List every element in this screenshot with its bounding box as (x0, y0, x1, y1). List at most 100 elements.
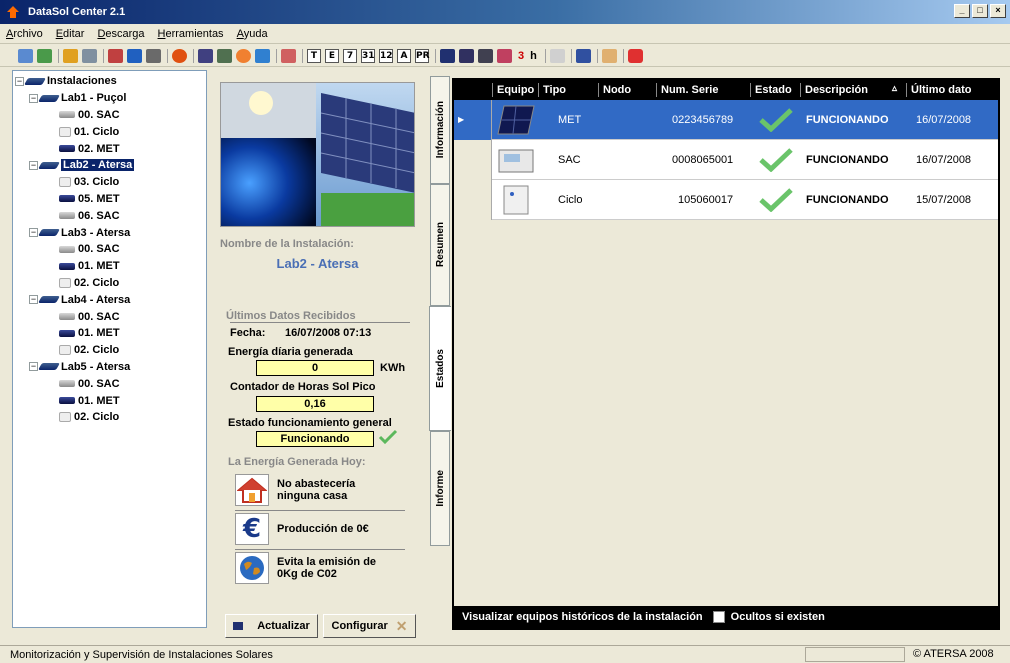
col-nodo[interactable]: Nodo (598, 83, 656, 97)
ciclo-device-icon (59, 126, 71, 137)
installation-icon (37, 229, 61, 237)
device-icon[interactable] (478, 48, 493, 63)
tree-device[interactable]: 03. Ciclo (15, 174, 206, 191)
menu-editar[interactable]: Editar (56, 28, 85, 40)
tree-device[interactable]: 05. MET (15, 191, 206, 208)
menu-herramientas[interactable]: Herramientas (158, 28, 224, 40)
grid-header: Equipo Tipo Nodo Num. Serie Estado Descr… (454, 80, 998, 100)
table-row[interactable]: Ciclo 105060017 FUNCIONANDO 15/07/2008 (454, 180, 998, 220)
scissors-icon[interactable] (549, 48, 565, 63)
tree-group[interactable]: − Lab3 - Atersa (15, 224, 206, 241)
tool-icon[interactable] (575, 48, 591, 63)
tree-device[interactable]: 02. Ciclo (15, 275, 206, 292)
col-tipo[interactable]: Tipo (538, 83, 598, 97)
tree-device[interactable]: 00. SAC (15, 107, 206, 124)
table-row[interactable]: SAC 0008065001 FUNCIONANDO 16/07/2008 (454, 140, 998, 180)
wifi-icon[interactable] (217, 48, 232, 63)
user-icon[interactable] (601, 48, 617, 63)
equipment-grid[interactable]: Equipo Tipo Nodo Num. Serie Estado Descr… (452, 78, 1000, 630)
connect-icon[interactable] (18, 48, 33, 63)
calendar-12-icon[interactable]: 12 (379, 48, 393, 63)
house-icon (235, 474, 269, 506)
installation-icon (37, 363, 61, 371)
collapse-icon[interactable]: − (29, 93, 38, 103)
tab-resumen[interactable]: Resumen (430, 184, 450, 306)
actualizar-button[interactable]: Actualizar (225, 614, 318, 638)
collapse-icon[interactable]: − (29, 295, 38, 305)
close-button[interactable]: × (990, 4, 1006, 18)
tree-group[interactable]: − Lab2 - Atersa (15, 157, 206, 174)
tree-device[interactable]: 01. Ciclo (15, 123, 206, 140)
tool-icon[interactable] (108, 48, 123, 63)
check-icon (378, 429, 398, 448)
tree-group[interactable]: − Lab1 - Puçol (15, 90, 206, 107)
menu-archivo[interactable]: Archivo (6, 28, 43, 40)
tool-icon[interactable] (255, 48, 270, 63)
produccion-text: Producción de 0€ (277, 523, 369, 535)
a-icon[interactable]: A (397, 48, 411, 63)
tree-device[interactable]: 02. Ciclo (15, 409, 206, 426)
toolbar-h[interactable]: h (530, 50, 537, 62)
row-tipo: SAC (558, 154, 581, 166)
tree-device[interactable]: 02. MET (15, 140, 206, 157)
tree-device[interactable]: 00. SAC (15, 375, 206, 392)
power-icon[interactable] (627, 48, 643, 63)
tree-device[interactable]: 00. SAC (15, 308, 206, 325)
tree-device[interactable]: 00. SAC (15, 241, 206, 258)
table-row[interactable]: ▶ MET 0223456789 FUNCIONANDO 16/07/2008 (454, 100, 998, 140)
sac-device-icon (59, 313, 75, 321)
fecha-value: 16/07/2008 07:13 (285, 327, 372, 339)
calendar-31-icon[interactable]: 31 (361, 48, 375, 63)
casa-info: No abastecería ninguna casa (235, 474, 355, 506)
seven-icon[interactable]: 7 (343, 48, 357, 63)
collapse-icon[interactable]: − (29, 228, 38, 238)
ocultos-checkbox[interactable] (712, 611, 725, 623)
collapse-icon[interactable]: − (15, 76, 24, 86)
col-estado[interactable]: Estado (750, 83, 800, 97)
tree-device-label: 01. MET (78, 327, 120, 340)
tree-root[interactable]: − Instalaciones (15, 73, 206, 90)
menu-descarga[interactable]: Descarga (97, 28, 144, 40)
tab-informe[interactable]: Informe (430, 431, 450, 546)
tree-device[interactable]: 01. MET (15, 258, 206, 275)
tool-icon[interactable] (281, 48, 296, 63)
tool-icon[interactable] (198, 48, 213, 63)
collapse-icon[interactable]: − (29, 160, 38, 170)
disconnect-icon[interactable] (37, 48, 52, 63)
col-descripcion[interactable]: Descripción (800, 83, 890, 97)
tab-informacion[interactable]: Información (430, 76, 450, 184)
search-icon[interactable] (63, 48, 78, 63)
print-icon[interactable] (82, 48, 97, 63)
tab-estados[interactable]: Estados (429, 306, 451, 431)
configurar-button[interactable]: Configurar ✕ (323, 614, 416, 638)
tree-device[interactable]: 01. MET (15, 325, 206, 342)
minimize-button[interactable]: _ (954, 4, 970, 18)
tool-icon[interactable] (497, 48, 512, 63)
maximize-button[interactable]: □ (972, 4, 988, 18)
device-icon[interactable] (459, 48, 474, 63)
toolbar-separator (570, 48, 572, 63)
toolbar-3[interactable]: 3 (518, 50, 524, 62)
tree-device[interactable]: 06. SAC (15, 207, 206, 224)
row-pointer-icon: ▶ (458, 115, 465, 124)
tool-icon[interactable] (236, 48, 251, 63)
record-icon[interactable] (172, 48, 187, 63)
sac-device-icon (59, 245, 75, 253)
tree-group[interactable]: − Lab5 - Atersa (15, 359, 206, 376)
menu-ayuda[interactable]: Ayuda (237, 28, 268, 40)
device-icon[interactable] (440, 48, 455, 63)
e-icon[interactable]: E (325, 48, 339, 63)
tree-device[interactable]: 02. Ciclo (15, 342, 206, 359)
toolbar: T E 7 31 12 A PR 3 h (0, 45, 1010, 67)
col-ultimo-dato[interactable]: Último dato (906, 83, 996, 97)
tool-icon[interactable] (146, 48, 161, 63)
col-equipo[interactable]: Equipo (492, 83, 538, 97)
tool-icon[interactable] (127, 48, 142, 63)
installations-tree[interactable]: − Instalaciones − Lab1 - Puçol 00. SAC 01. Ci… (12, 70, 207, 628)
tree-device[interactable]: 01. MET (15, 392, 206, 409)
tree-group[interactable]: − Lab4 - Atersa (15, 291, 206, 308)
pr-icon[interactable]: PR (415, 48, 430, 63)
t-icon[interactable]: T (307, 48, 321, 63)
collapse-icon[interactable]: − (29, 362, 38, 372)
col-num-serie[interactable]: Num. Serie (656, 83, 750, 97)
